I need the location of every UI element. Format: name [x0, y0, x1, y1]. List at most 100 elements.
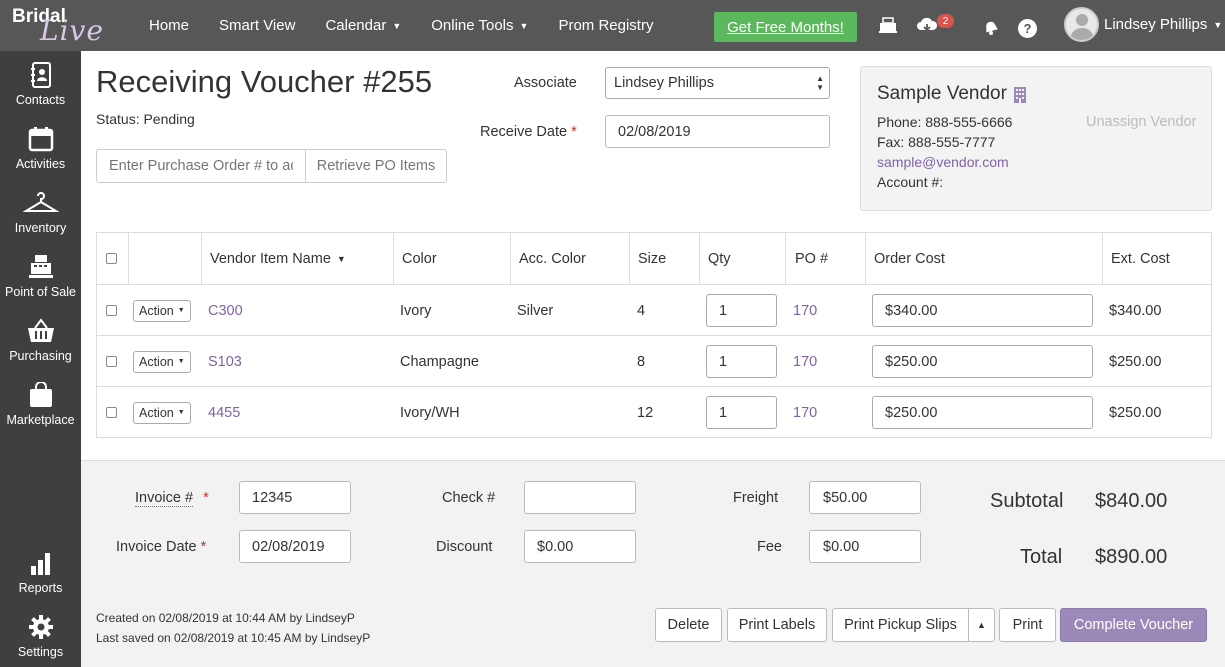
sidebar-item-point-of-sale[interactable]: Point of Sale	[0, 254, 81, 314]
sidebar-item-label: Contacts	[15, 93, 66, 107]
header-qty: Qty	[708, 250, 731, 267]
user-menu[interactable]: Lindsey Phillips ▼	[1064, 7, 1222, 42]
complete-voucher-button[interactable]: Complete Voucher	[1060, 608, 1207, 642]
associate-select[interactable]: Lindsey Phillips ▲ ▼	[605, 67, 830, 99]
sidebar-item-reports[interactable]: Reports	[0, 550, 81, 610]
nav-online-tools[interactable]: Online Tools ▼	[416, 0, 543, 51]
bell-icon[interactable]	[980, 16, 1002, 38]
vendor-fax: Fax: 888-555-7777	[877, 134, 996, 150]
header-po: PO #	[795, 250, 829, 267]
register-icon[interactable]	[877, 14, 899, 36]
discount-input[interactable]: $0.00	[524, 530, 636, 563]
sidebar-item-activities[interactable]: Activities	[0, 126, 81, 186]
print-pickup-dropdown-toggle[interactable]: ▲	[968, 608, 995, 642]
nav-prom-registry[interactable]: Prom Registry	[543, 0, 668, 51]
item-acc-color: Silver	[517, 302, 554, 319]
sidebar-item-purchasing[interactable]: Purchasing	[0, 318, 81, 378]
receive-date-label: Receive Date *	[480, 124, 577, 140]
nav-calendar[interactable]: Calendar ▼	[310, 0, 416, 51]
caret-down-icon: ▼	[392, 20, 402, 31]
item-name-link[interactable]: S103	[208, 336, 242, 387]
row-checkbox[interactable]	[106, 305, 117, 316]
item-ext-cost: $250.00	[1109, 404, 1162, 421]
sidebar-item-settings[interactable]: Settings	[0, 614, 81, 667]
delete-button[interactable]: Delete	[655, 608, 722, 642]
caret-down-icon: ▼	[177, 409, 185, 416]
item-po-link[interactable]: 170	[793, 285, 817, 336]
sidebar-item-label: Purchasing	[9, 349, 72, 363]
item-order-cost-input[interactable]: $250.00	[872, 396, 1093, 429]
print-button[interactable]: Print	[999, 608, 1056, 642]
item-po-link[interactable]: 170	[793, 387, 817, 438]
cloud-download-icon[interactable]	[916, 14, 938, 36]
sidebar-item-contacts[interactable]: Contacts	[0, 62, 81, 122]
caret-down-icon: ▼	[519, 20, 529, 31]
total-value: $890.00	[1095, 546, 1168, 568]
sidebar-item-label: Settings	[17, 645, 64, 659]
nav-online-tools-label: Online Tools	[431, 17, 514, 34]
item-name-link[interactable]: 4455	[208, 387, 240, 438]
sidebar-item-label: Inventory	[14, 221, 67, 235]
select-all-checkbox[interactable]	[106, 253, 117, 264]
associate-label: Associate	[514, 75, 577, 91]
header-vendor-item-name[interactable]: Vendor Item Name ▼	[210, 233, 346, 284]
item-order-cost-input[interactable]: $340.00	[872, 294, 1093, 327]
item-order-cost-input[interactable]: $250.00	[872, 345, 1093, 378]
invoice-number-input[interactable]: 12345	[239, 481, 351, 514]
purchase-order-input[interactable]	[96, 149, 306, 183]
invoice-date-label-text: Invoice Date	[116, 539, 197, 555]
item-name-link[interactable]: C300	[208, 285, 243, 336]
vendor-name: Sample Vendor	[877, 83, 1027, 105]
row-checkbox[interactable]	[106, 407, 117, 418]
fee-input[interactable]: $0.00	[809, 530, 921, 563]
check-number-input[interactable]	[524, 481, 636, 514]
table-row: Action ▼ S103 Champagne 8 1 170 $250.00 $…	[97, 335, 1211, 386]
discount-label: Discount	[436, 539, 493, 555]
retrieve-po-items-button[interactable]: Retrieve PO Items	[306, 149, 447, 183]
required-asterisk: *	[200, 539, 207, 555]
print-labels-button[interactable]: Print Labels	[727, 608, 827, 642]
nav-smart-view[interactable]: Smart View	[204, 0, 310, 51]
item-po-link[interactable]: 170	[793, 336, 817, 387]
sidebar-item-marketplace[interactable]: Marketplace	[0, 382, 81, 442]
row-action-button[interactable]: Action ▼	[133, 401, 191, 424]
item-qty-input[interactable]: 1	[706, 345, 777, 378]
sidebar-item-label: Point of Sale	[5, 285, 76, 299]
get-free-months-button[interactable]: Get Free Months!	[714, 12, 857, 42]
receive-date-input[interactable]: 02/08/2019	[605, 115, 830, 148]
user-name: Lindsey Phillips	[1104, 16, 1208, 33]
action-label: Action	[139, 354, 174, 369]
row-action-button[interactable]: Action ▼	[133, 299, 191, 322]
row-checkbox[interactable]	[106, 356, 117, 367]
receive-date-label-text: Receive Date	[480, 124, 568, 140]
item-qty-input[interactable]: 1	[706, 396, 777, 429]
header-ext-cost: Ext. Cost	[1111, 250, 1170, 267]
print-pickup-slips-button[interactable]: Print Pickup Slips	[832, 608, 969, 642]
brand-live: Live	[40, 14, 104, 47]
item-ext-cost: $250.00	[1109, 353, 1162, 370]
vendor-email-link[interactable]: sample@vendor.com	[877, 154, 1009, 170]
fee-label: Fee	[757, 539, 782, 555]
brand-logo[interactable]: Bridal Live	[0, 0, 120, 51]
item-qty-input[interactable]: 1	[706, 294, 777, 327]
nav-home-label: Home	[149, 17, 190, 34]
row-action-button[interactable]: Action ▼	[133, 350, 191, 373]
voucher-footer: Invoice # * 12345 Invoice Date * 02/08/2…	[81, 460, 1225, 667]
basket-icon	[27, 318, 54, 342]
building-icon	[1013, 86, 1026, 103]
last-saved-info: Last saved on 02/08/2019 at 10:45 AM by …	[96, 631, 371, 645]
sidebar-item-inventory[interactable]: Inventory	[0, 190, 81, 250]
header-order-cost: Order Cost	[874, 250, 945, 267]
action-label: Action	[139, 405, 174, 420]
nav-home[interactable]: Home	[134, 0, 204, 51]
help-icon[interactable]: ?	[1018, 19, 1037, 38]
associate-value: Lindsey Phillips	[614, 75, 714, 91]
invoice-label-text: Invoice #	[135, 490, 194, 507]
unassign-vendor-link[interactable]: Unassign Vendor	[1086, 114, 1196, 130]
caret-down-icon: ▼	[1213, 19, 1223, 30]
sidebar-item-label: Activities	[15, 157, 66, 171]
freight-input[interactable]: $50.00	[809, 481, 921, 514]
item-size: 4	[637, 302, 646, 319]
invoice-date-input[interactable]: 02/08/2019	[239, 530, 351, 563]
sidebar-item-label: Marketplace	[6, 413, 75, 427]
